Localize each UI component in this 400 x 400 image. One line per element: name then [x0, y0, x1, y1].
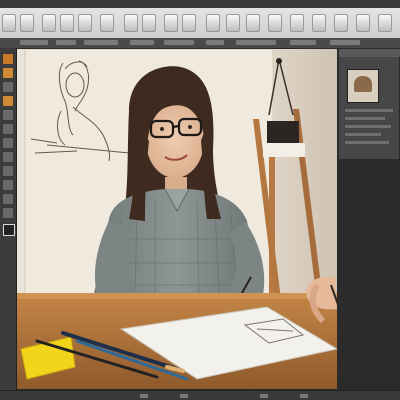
options-icon[interactable] [334, 14, 348, 32]
panel-row[interactable] [345, 141, 389, 144]
shape-icon[interactable] [3, 180, 13, 190]
zoom-icon[interactable] [3, 194, 13, 204]
thumbnail[interactable] [347, 69, 379, 103]
panel-row[interactable] [345, 117, 385, 120]
lasso-icon[interactable] [3, 82, 13, 92]
option-control[interactable] [330, 40, 360, 45]
photo-scene [17, 49, 337, 389]
photo-editor-screenshot [0, 0, 400, 400]
zoom-icon[interactable] [268, 14, 282, 32]
marquee-icon[interactable] [3, 68, 13, 78]
eyedropper-icon[interactable] [246, 14, 260, 32]
panel-header [339, 49, 400, 57]
status-marker [300, 394, 308, 398]
crop-icon[interactable] [100, 14, 114, 32]
option-control[interactable] [20, 40, 48, 45]
brush-icon[interactable] [42, 14, 56, 32]
color-icon[interactable] [3, 224, 15, 236]
hand-icon[interactable] [3, 208, 13, 218]
pen-icon[interactable] [78, 14, 92, 32]
type-icon[interactable] [3, 166, 13, 176]
gradient-icon[interactable] [3, 138, 13, 148]
status-marker [260, 394, 268, 398]
option-control[interactable] [236, 40, 276, 45]
panel-icon[interactable] [378, 14, 392, 32]
image-canvas[interactable] [17, 49, 337, 389]
move-icon[interactable] [3, 54, 13, 64]
eraser-icon[interactable] [60, 14, 74, 32]
layers-icon[interactable] [312, 14, 326, 32]
tools-panel [0, 48, 17, 400]
clone-icon[interactable] [3, 110, 13, 120]
transform-icon[interactable] [142, 14, 156, 32]
brush-icon[interactable] [3, 96, 13, 106]
panel-row[interactable] [345, 125, 391, 128]
smudge-icon[interactable] [226, 14, 240, 32]
option-control[interactable] [164, 40, 194, 45]
status-marker [140, 394, 148, 398]
fill-icon[interactable] [206, 14, 220, 32]
option-control[interactable] [130, 40, 154, 45]
option-control[interactable] [290, 40, 316, 45]
panel-row[interactable] [345, 133, 381, 136]
text-icon[interactable] [20, 14, 34, 32]
panel-row[interactable] [345, 109, 393, 112]
pen-icon[interactable] [3, 152, 13, 162]
option-control[interactable] [84, 40, 118, 45]
navigator-panel [338, 48, 400, 160]
status-bar [0, 390, 400, 400]
shape-icon[interactable] [182, 14, 196, 32]
status-marker [180, 394, 188, 398]
option-control[interactable] [206, 40, 224, 45]
hand-icon[interactable] [290, 14, 304, 32]
settings-icon[interactable] [356, 14, 370, 32]
eraser-icon[interactable] [3, 124, 13, 134]
option-control[interactable] [56, 40, 76, 45]
menu-strip [0, 0, 400, 8]
thumbnail-subject [354, 76, 372, 92]
rectangle-icon[interactable] [2, 14, 16, 32]
toolbar [0, 0, 400, 39]
lasso-icon[interactable] [164, 14, 178, 32]
select-icon[interactable] [124, 14, 138, 32]
